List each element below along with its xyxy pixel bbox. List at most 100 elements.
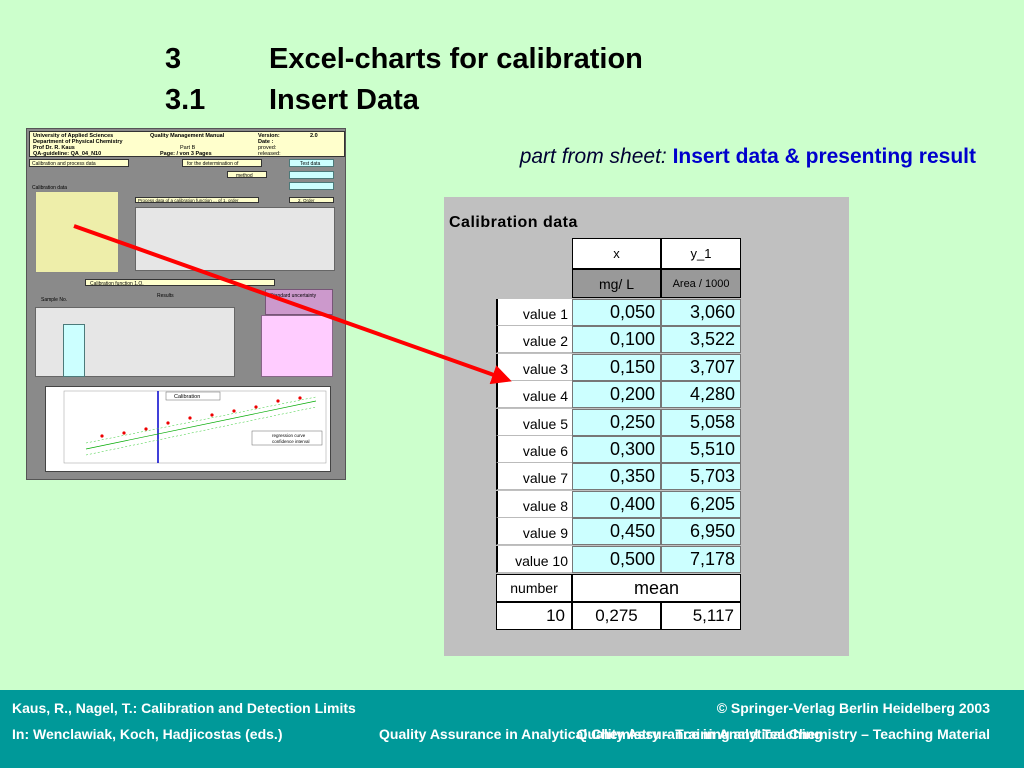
- thumb-calib-function: Calibration function 1.O.: [85, 279, 275, 287]
- calibration-data-panel: Calibration data x y_1 mg/ L Area / 1000 val…: [444, 197, 849, 656]
- thumb-version-value: 2.0: [310, 133, 318, 139]
- x-value-cell: 0,400: [572, 491, 661, 518]
- row-label: value 2: [496, 326, 572, 353]
- thumb-point: [276, 399, 280, 403]
- number-label: number: [496, 574, 572, 602]
- thumb-process-grid: [135, 207, 335, 271]
- thumb-cyan-input: [289, 171, 334, 179]
- number-value: 10: [496, 602, 572, 630]
- row-label: value 8: [496, 491, 572, 518]
- row-label: value 7: [496, 463, 572, 490]
- thumb-chart-title: Calibration: [174, 394, 200, 400]
- footer-citation: Kaus, R., Nagel, T.: Calibration and Det…: [12, 700, 356, 716]
- x-value-cell: 0,250: [572, 409, 661, 436]
- thumb-method: method: [227, 171, 267, 179]
- thumb-point: [144, 427, 148, 431]
- thumb-determination: for the determination of: [182, 159, 262, 167]
- column-header-x: x: [572, 238, 661, 269]
- footer-copyright: © Springer-Verlag Berlin Heidelberg 2003: [716, 700, 990, 716]
- thumb-pink-grid: [261, 315, 333, 377]
- thumb-calib-bar-text: Calibration and process data: [32, 161, 96, 167]
- thumb-point: [210, 413, 214, 417]
- thumb-calib-bar: Calibration and process data: [29, 159, 129, 167]
- thumb-point: [166, 421, 170, 425]
- thumb-uncertainty-text: Standard uncertainty: [270, 293, 317, 299]
- x-value-cell: 0,150: [572, 354, 661, 381]
- x-value-cell: 0,200: [572, 381, 661, 408]
- thumb-org4: QA-guideline: QA_04_N10: [33, 151, 102, 157]
- thumb-point: [122, 431, 126, 435]
- mean-header: mean: [572, 574, 741, 602]
- y-value-cell: 5,703: [661, 463, 741, 490]
- row-label: value 4: [496, 381, 572, 408]
- x-value-cell: 0,100: [572, 326, 661, 353]
- thumb-chart-svg: Calibration regression curve confidence …: [63, 390, 327, 464]
- y-value-cell: 4,280: [661, 381, 741, 408]
- spreadsheet-thumbnail: University of Applied Sciences Departmen…: [26, 128, 346, 480]
- y-value-cell: 5,058: [661, 409, 741, 436]
- section-title: Excel-charts for calibration: [269, 43, 643, 75]
- y-value-cell: 6,205: [661, 491, 741, 518]
- x-value-cell: 0,300: [572, 436, 661, 463]
- thumb-process: Process data of a calibration function .…: [135, 197, 259, 203]
- y-value-cell: 6,950: [661, 518, 741, 545]
- thumb-page: Page: / von 3 Pages: [160, 151, 212, 157]
- thumb-second-order: 2. Order: [289, 197, 334, 203]
- thumb-point: [232, 409, 236, 413]
- source-caption: part from sheet: Insert data & presentin…: [520, 145, 976, 169]
- x-value-cell: 0,500: [572, 546, 661, 573]
- thumb-process-text: Process data of a calibration function .…: [138, 198, 239, 203]
- thumb-cyan-input: [289, 182, 334, 190]
- x-value-cell: 0,350: [572, 463, 661, 490]
- subsection-title: Insert Data: [269, 84, 419, 116]
- y-value-cell: 7,178: [661, 546, 741, 573]
- thumb-point: [100, 434, 104, 438]
- mean-x-value: 0,275: [572, 602, 661, 630]
- x-value-cell: 0,050: [572, 299, 661, 326]
- thumb-results-label: Results: [157, 293, 174, 299]
- source-prefix: part from sheet:: [519, 145, 667, 168]
- mean-y-value: 5,117: [661, 602, 741, 630]
- thumb-qm: Quality Management Manual: [150, 133, 225, 139]
- section-heading: 3 Excel-charts for calibration: [165, 43, 643, 76]
- thumb-sample-label: Sample No.: [41, 297, 68, 303]
- thumb-point: [254, 405, 258, 409]
- thumb-plot-area: [63, 390, 327, 464]
- column-header-y: y_1: [661, 238, 741, 269]
- thumbnail-header: University of Applied Sciences Departmen…: [29, 131, 345, 157]
- row-label: value 3: [496, 354, 572, 381]
- section-number: 3: [165, 43, 182, 75]
- y-value-cell: 3,707: [661, 354, 741, 381]
- y-value-cell: 3,060: [661, 299, 741, 326]
- unit-x: mg/ L: [572, 269, 661, 298]
- x-value-cell: 0,450: [572, 518, 661, 545]
- subsection-number: 3.1: [165, 84, 206, 116]
- thumb-released-label: released:: [258, 151, 281, 157]
- footer-book-title-overlay: Quality Assurance in Analytical Chemistr…: [576, 726, 990, 742]
- thumb-legend-2: confidence interval: [272, 439, 310, 444]
- subsection-heading: 3.1 Insert Data: [165, 84, 419, 117]
- footer: Kaus, R., Nagel, T.: Calibration and Det…: [0, 690, 1024, 768]
- footer-editors: In: Wenclawiak, Koch, Hadjicostas (eds.): [12, 726, 283, 742]
- thumb-determination-text: for the determination of: [187, 161, 239, 167]
- thumb-point: [298, 396, 302, 400]
- thumb-calib-function-text: Calibration function 1.O.: [90, 281, 144, 287]
- thumb-test-data: Test data: [289, 159, 334, 167]
- thumb-legend-1: regression curve: [272, 433, 306, 438]
- thumb-point: [188, 416, 192, 420]
- thumb-chart: Calibration regression curve confidence …: [45, 386, 331, 472]
- row-label: value 1: [496, 299, 572, 326]
- thumb-uncertainty-header: Standard uncertainty: [265, 289, 333, 315]
- sheet-name: Insert data & presenting result: [672, 145, 976, 168]
- row-label: value 5: [496, 409, 572, 436]
- thumb-test-data-text: Test data: [300, 161, 321, 167]
- thumb-data-block: [35, 191, 119, 273]
- y-value-cell: 3,522: [661, 326, 741, 353]
- thumb-second-order-text: 2. Order: [298, 198, 315, 203]
- row-label: value 10: [496, 546, 572, 573]
- row-label: value 9: [496, 518, 572, 545]
- thumb-method-text: method: [236, 173, 253, 179]
- y-value-cell: 5,510: [661, 436, 741, 463]
- row-label: value 6: [496, 436, 572, 463]
- panel-title: Calibration data: [449, 214, 578, 231]
